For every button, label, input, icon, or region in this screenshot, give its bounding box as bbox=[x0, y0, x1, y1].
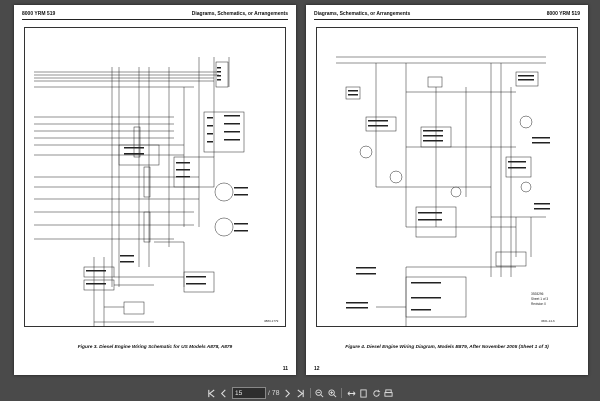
header-rule bbox=[314, 19, 580, 20]
wiring-schematic-left: 3883-1779 bbox=[34, 57, 279, 327]
page-header-left: Diagrams, Schematics, or Arrangements bbox=[314, 11, 411, 17]
sheet-number: 3928296 bbox=[531, 292, 544, 296]
fit-width-icon[interactable] bbox=[345, 386, 357, 400]
zoom-in-icon[interactable] bbox=[326, 386, 338, 400]
figure-caption: Figure 4. Diesel Engine Wiring Diagram, … bbox=[345, 345, 549, 350]
first-page-icon[interactable] bbox=[205, 386, 217, 400]
fit-page-icon[interactable] bbox=[358, 386, 370, 400]
right-page: Diagrams, Schematics, or Arrangements 80… bbox=[306, 5, 588, 375]
toolbar-divider bbox=[341, 388, 343, 398]
viewer-toolbar: / 78 bbox=[205, 385, 395, 401]
current-page-input[interactable] bbox=[231, 387, 266, 399]
page-header-right: 8000 YRM 519 bbox=[546, 11, 580, 17]
next-page-icon[interactable] bbox=[282, 386, 294, 400]
figure-code-left: 3883-1779 bbox=[264, 319, 279, 323]
sheet-revision: Revision 0 bbox=[531, 302, 546, 306]
header-rule bbox=[22, 19, 288, 20]
figure-caption: Figure 3. Diesel Engine Wiring Schematic… bbox=[77, 345, 233, 350]
page-indicator: / 78 bbox=[231, 387, 280, 399]
left-page: 8000 YRM 519 Diagrams, Schematics, or Ar… bbox=[14, 5, 296, 375]
figure-code-right: 3661-14-6 bbox=[541, 319, 555, 323]
wiring-diagram-right: 3928296 Sheet 1 of 3 Revision 0 3661-14-… bbox=[336, 56, 555, 327]
page-number: 11 bbox=[282, 366, 288, 372]
prev-page-icon[interactable] bbox=[217, 386, 229, 400]
page-header-left: 8000 YRM 519 bbox=[22, 11, 56, 17]
total-pages: 78 bbox=[271, 389, 280, 397]
page-number: 12 bbox=[314, 366, 320, 372]
page-header-right: Diagrams, Schematics, or Arrangements bbox=[191, 11, 288, 17]
page-separator: / bbox=[267, 389, 270, 397]
print-icon[interactable] bbox=[383, 386, 395, 400]
sheet-count: Sheet 1 of 3 bbox=[531, 297, 548, 301]
toolbar-divider bbox=[309, 388, 311, 398]
rotate-icon[interactable] bbox=[370, 386, 382, 400]
last-page-icon[interactable] bbox=[294, 386, 306, 400]
zoom-out-icon[interactable] bbox=[313, 386, 325, 400]
